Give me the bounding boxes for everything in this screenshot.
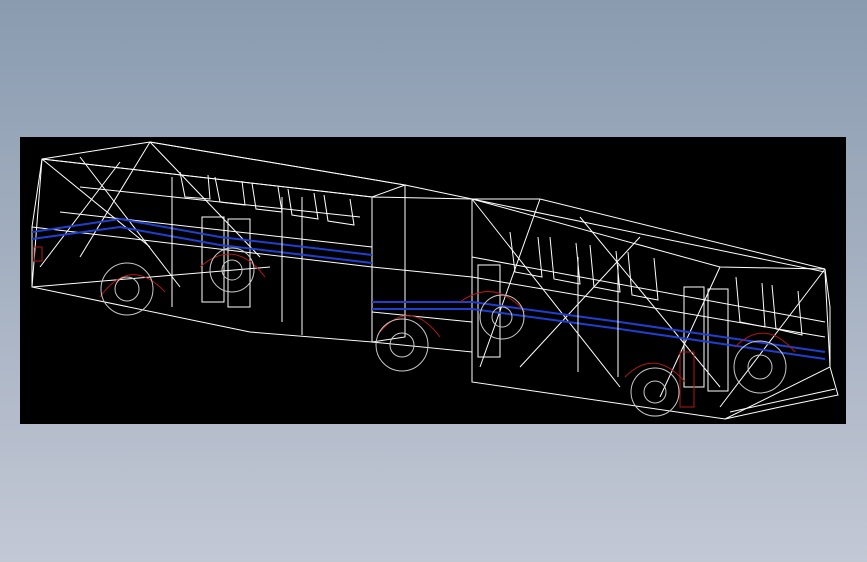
cad-viewport[interactable]: [20, 137, 846, 424]
wheel-rear-axle: [100, 262, 154, 316]
wireframe-canvas[interactable]: [20, 137, 846, 424]
wheel-middle-front: [479, 294, 525, 340]
rear-bus-section: [31, 141, 407, 343]
articulation-joint: [371, 184, 473, 353]
